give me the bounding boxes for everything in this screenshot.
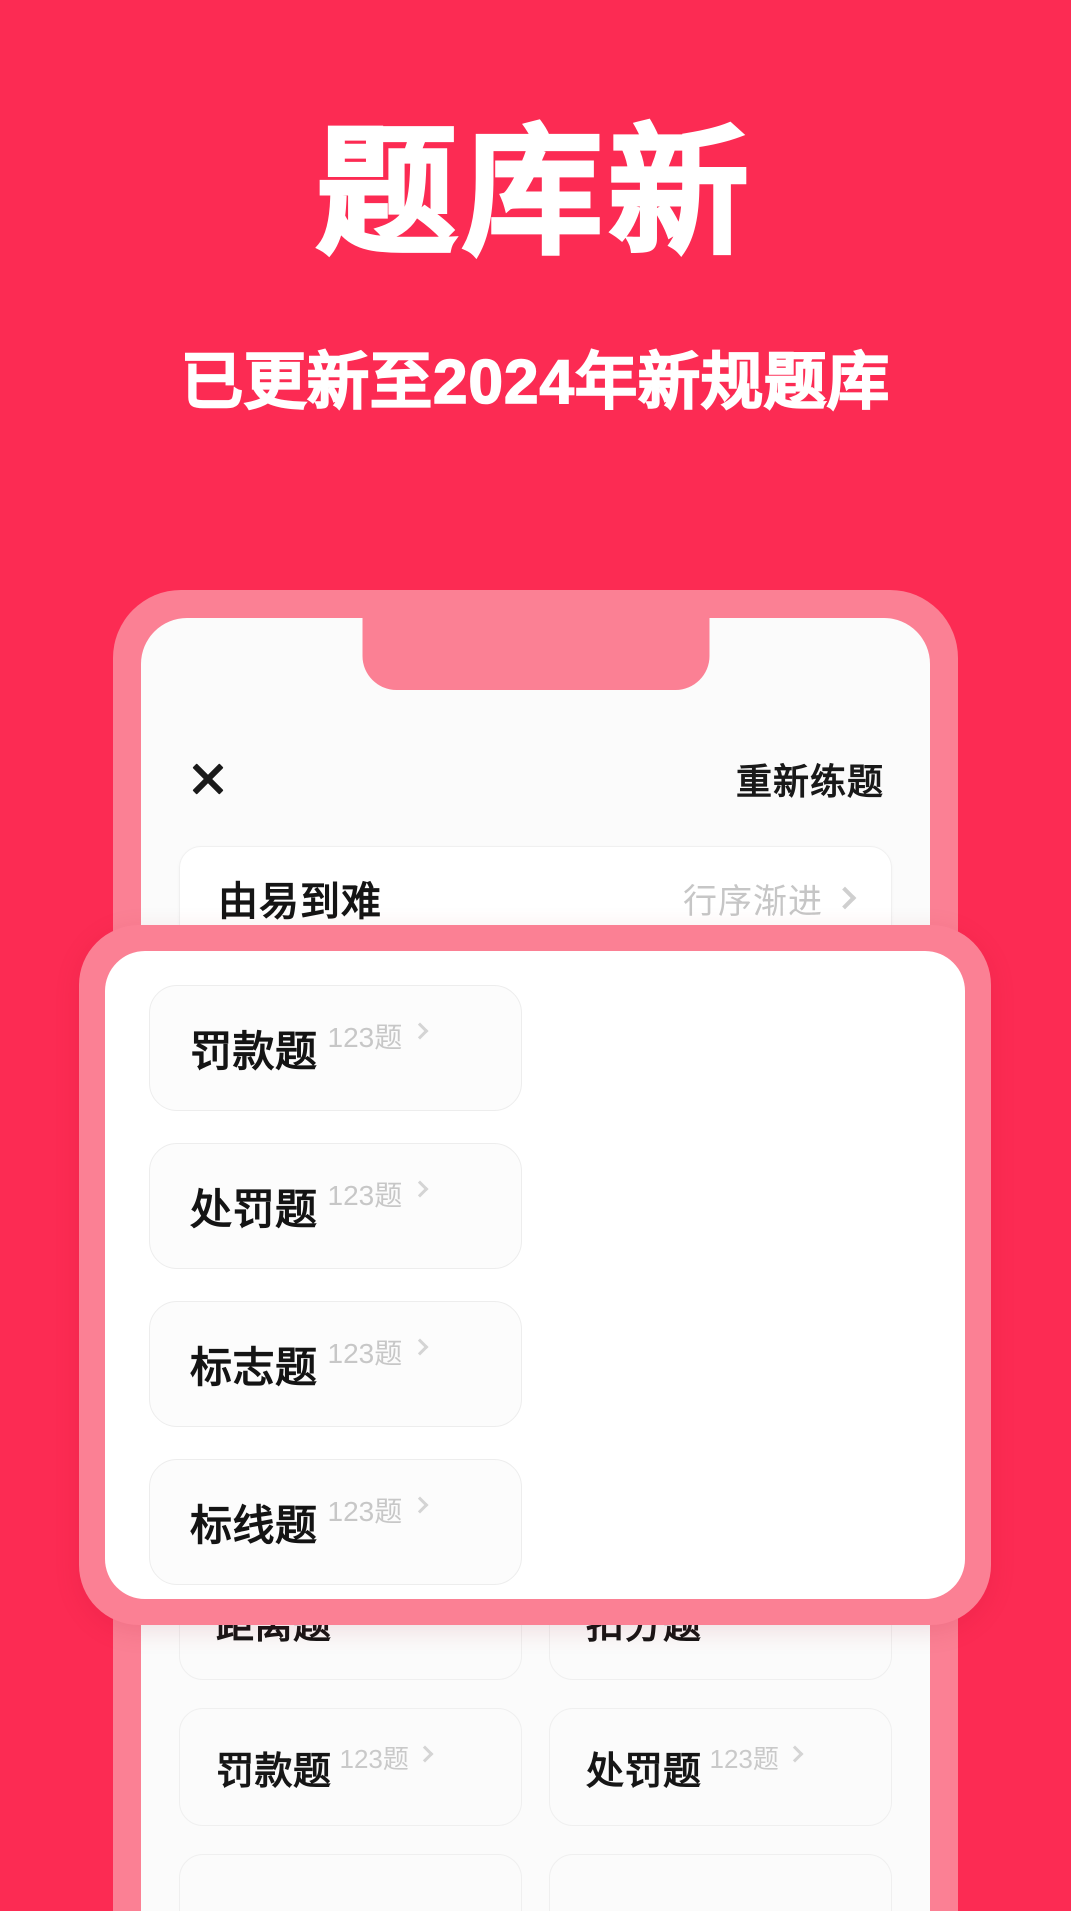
chevron-right-glyph <box>411 1022 429 1040</box>
sort-order-value: 行序渐进 <box>683 882 823 921</box>
category-card-count: 123题 <box>327 1022 403 1053</box>
category-card[interactable]: 标志题 123题 <box>149 1301 522 1427</box>
highlighted-category-panel: 罚款题123题处罚题123题标志题123题标线题123题手势题123题信号灯12… <box>79 925 991 1625</box>
chevron-right-icon <box>411 1022 429 1042</box>
category-card-label: 处罚题 <box>190 1185 318 1233</box>
chevron-right-glyph <box>786 1745 804 1763</box>
category-card-count: 123题 <box>327 1496 403 1527</box>
category-card-count: 123题 <box>709 1744 779 1774</box>
page-title: 题库新 <box>315 114 755 271</box>
chevron-right-icon <box>833 886 857 910</box>
category-card[interactable] <box>549 1854 892 1911</box>
category-card[interactable]: 标线题 123题 <box>149 1459 522 1585</box>
chevron-right-icon <box>786 1745 804 1765</box>
category-card[interactable]: 处罚题123题 <box>549 1708 892 1826</box>
highlighted-category-grid: 罚款题123题处罚题123题标志题123题标线题123题手势题123题信号灯12… <box>105 951 965 1599</box>
chevron-right-icon <box>411 1180 429 1200</box>
category-card-label: 罚款题 <box>190 1027 318 1075</box>
chevron-right-icon <box>416 1745 434 1765</box>
chevron-right-icon <box>411 1496 429 1516</box>
category-card[interactable]: 处罚题 123题 <box>149 1143 522 1269</box>
category-card-label: 标线题 <box>190 1501 318 1549</box>
chevron-right-glyph <box>416 1745 434 1763</box>
page-subtitle: 已更新至2024年新规题库 <box>180 347 890 418</box>
app-header: 重新练题 <box>141 744 930 814</box>
category-card-count: 123题 <box>327 1338 403 1369</box>
category-card-count: 123题 <box>339 1744 409 1774</box>
category-card[interactable] <box>179 1854 522 1911</box>
sort-order-label: 由易到难 <box>218 880 382 924</box>
promo-headline-block: 题库新 已更新至2024年新规题库 <box>0 0 1071 470</box>
restart-practice-button[interactable]: 重新练题 <box>736 753 884 805</box>
category-card-count: 123题 <box>327 1180 403 1211</box>
chevron-right-icon <box>411 1338 429 1358</box>
close-icon[interactable] <box>187 758 229 800</box>
category-card[interactable]: 罚款题123题 <box>179 1708 522 1826</box>
chevron-right-glyph <box>411 1496 429 1514</box>
category-card-label: 罚款题 <box>216 1750 332 1793</box>
category-card-label: 标志题 <box>190 1343 318 1391</box>
sort-order-value-wrap[interactable]: 行序渐进 <box>683 874 857 923</box>
phone-notch <box>362 618 709 690</box>
category-card[interactable]: 罚款题 123题 <box>149 985 522 1111</box>
category-card-label: 处罚题 <box>586 1750 702 1793</box>
chevron-right-glyph <box>411 1180 429 1198</box>
chevron-right-glyph <box>411 1338 429 1356</box>
